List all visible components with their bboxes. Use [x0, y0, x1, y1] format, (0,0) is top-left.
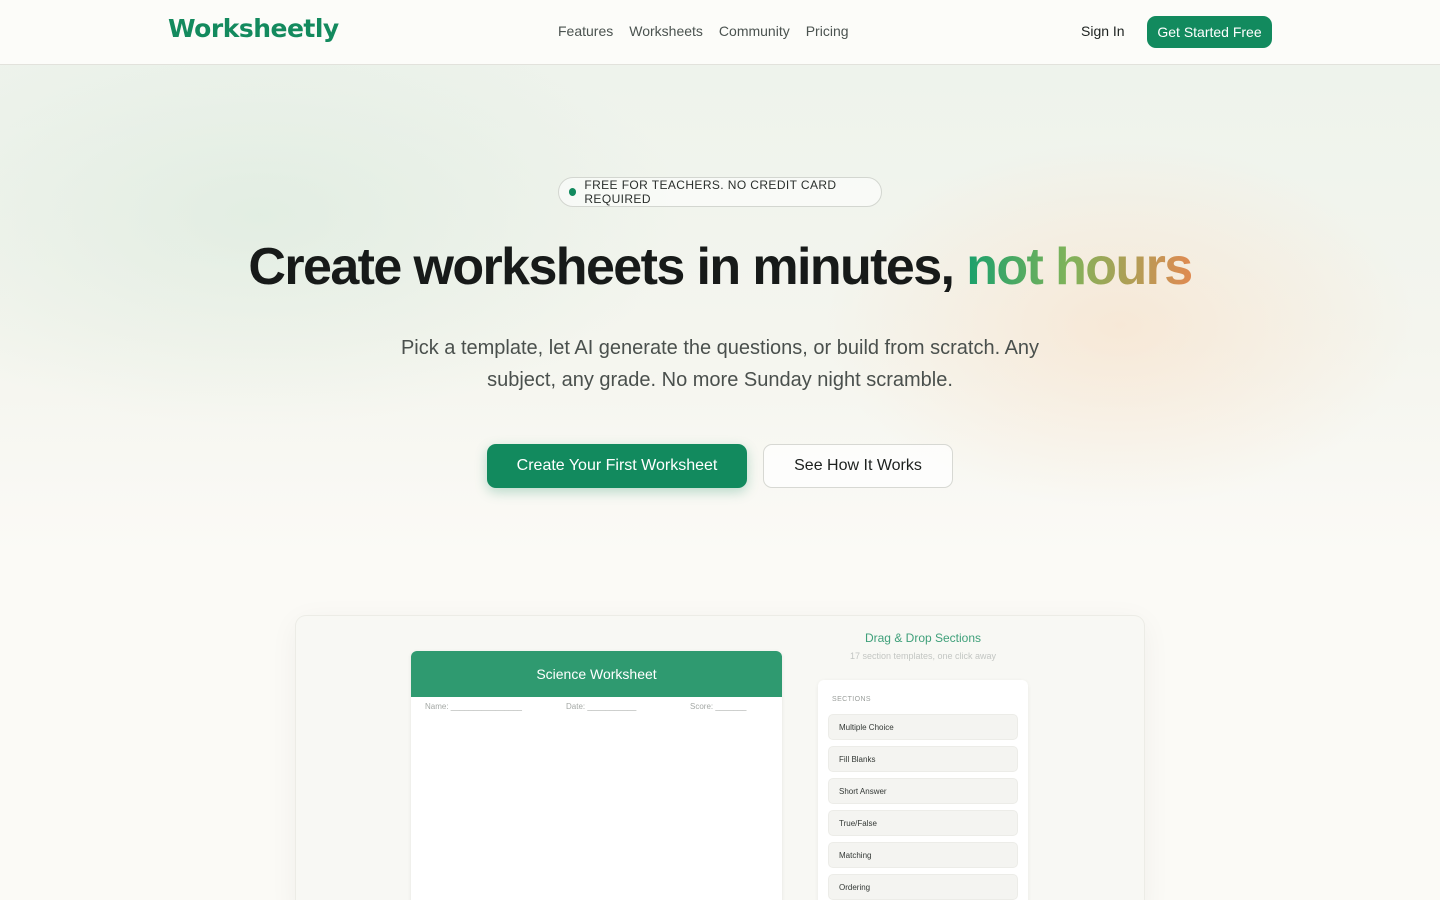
logo-text: Worksheetly — [168, 14, 339, 43]
date-field: Date: ___________ — [566, 702, 637, 711]
logo[interactable]: Worksheetly — [168, 14, 339, 43]
free-badge: FREE FOR TEACHERS. NO CREDIT CARD REQUIR… — [558, 177, 882, 207]
section-short-answer[interactable]: Short Answer — [828, 778, 1018, 804]
nav-link-pricing[interactable]: Pricing — [806, 23, 849, 39]
headline-accent: not hours — [966, 238, 1193, 296]
section-multiple-choice[interactable]: Multiple Choice — [828, 714, 1018, 740]
section-matching[interactable]: Matching — [828, 842, 1018, 868]
nav-link-features[interactable]: Features — [558, 23, 613, 39]
status-dot-icon — [569, 188, 577, 196]
worksheet-fields: Name: ________________ Date: ___________… — [411, 697, 782, 717]
name-field: Name: ________________ — [425, 702, 522, 711]
dragdrop-title: Drag & Drop Sections — [864, 631, 982, 645]
worksheet-title: Science Worksheet — [411, 651, 782, 697]
top-nav: Worksheetly Features Worksheets Communit… — [0, 0, 1440, 65]
see-how-it-works-button[interactable]: See How It Works — [763, 444, 953, 488]
nav-link-worksheets[interactable]: Worksheets — [629, 23, 703, 39]
nav-links: Features Worksheets Community Pricing — [558, 23, 849, 39]
hero-headline: Create worksheets in minutes, not hours — [0, 237, 1440, 297]
dragdrop-subtitle: 17 section templates, one click away — [849, 651, 997, 661]
section-ordering[interactable]: Ordering — [828, 874, 1018, 900]
section-true-false[interactable]: True/False — [828, 810, 1018, 836]
nav-link-community[interactable]: Community — [719, 23, 790, 39]
sections-label: SECTIONS — [832, 696, 871, 703]
sections-panel: SECTIONS Multiple Choice Fill Blanks Sho… — [818, 680, 1028, 900]
create-worksheet-button[interactable]: Create Your First Worksheet — [487, 444, 747, 488]
worksheet-preview: Science Worksheet Name: ________________… — [411, 651, 782, 900]
sign-in-link[interactable]: Sign In — [1081, 23, 1125, 39]
section-fill-blanks[interactable]: Fill Blanks — [828, 746, 1018, 772]
badge-text: FREE FOR TEACHERS. NO CREDIT CARD REQUIR… — [584, 178, 837, 206]
hero-subtitle: Pick a template, let AI generate the que… — [400, 337, 1040, 391]
headline-main: Create worksheets in minutes, — [248, 238, 955, 296]
get-started-button[interactable]: Get Started Free — [1147, 16, 1272, 48]
hero-section: FREE FOR TEACHERS. NO CREDIT CARD REQUIR… — [0, 65, 1440, 555]
score-field: Score: _______ — [690, 702, 747, 711]
